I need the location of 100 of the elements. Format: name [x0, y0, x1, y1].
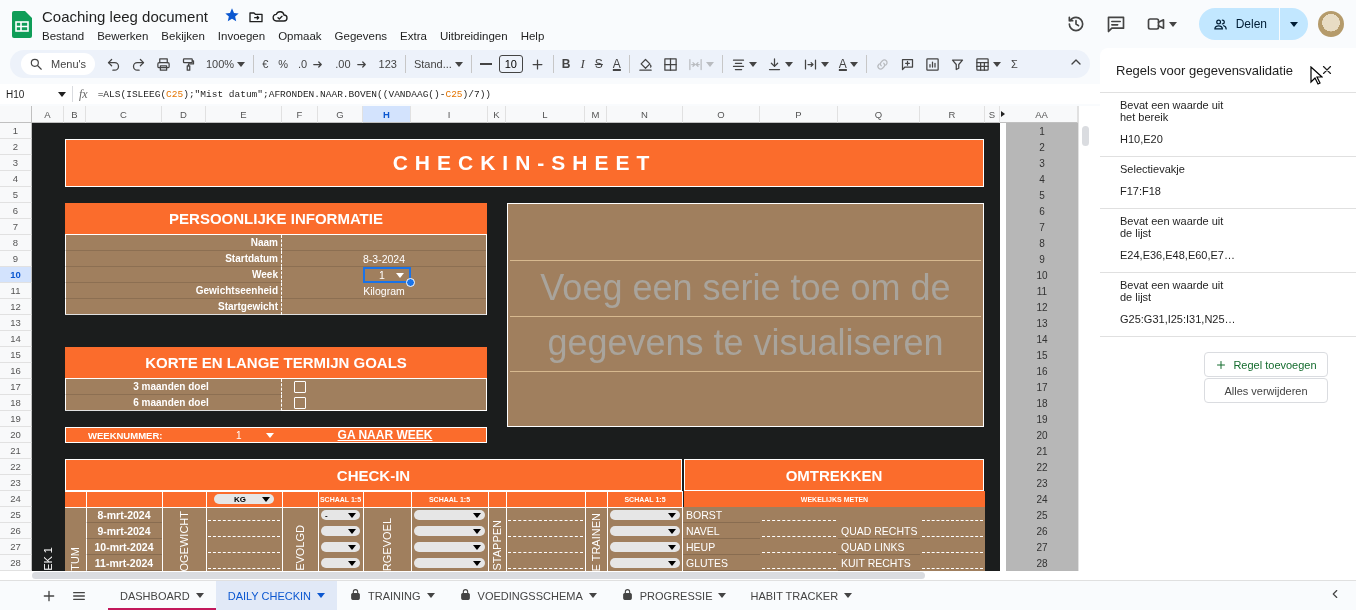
row-header[interactable]: 24 — [0, 491, 32, 507]
column-header[interactable]: I — [411, 106, 488, 123]
italic-button[interactable]: I — [577, 53, 588, 75]
currency-button[interactable]: € — [259, 53, 272, 75]
column-header[interactable]: F — [282, 106, 318, 123]
row-header[interactable]: 12 — [0, 299, 32, 315]
rating-dropdown[interactable] — [610, 558, 680, 568]
row-header[interactable]: 17 — [0, 379, 32, 395]
row-header[interactable]: 25 — [0, 507, 32, 523]
column-header[interactable]: P — [760, 106, 838, 123]
column-header[interactable]: A — [32, 106, 64, 123]
column-header[interactable]: S — [985, 106, 1000, 123]
row-header[interactable]: 8 — [0, 235, 32, 251]
strikethrough-button[interactable]: S — [591, 53, 606, 75]
checkbox[interactable] — [294, 381, 306, 393]
menu-item[interactable]: Help — [520, 29, 545, 42]
row-header[interactable]: 20 — [0, 427, 32, 443]
rating-dropdown[interactable] — [414, 558, 485, 568]
avatar[interactable] — [1318, 11, 1344, 37]
column-header[interactable]: AA — [1006, 106, 1078, 123]
sheet-tab[interactable]: TRAINING — [337, 581, 447, 610]
row-header[interactable]: 6 — [0, 203, 32, 219]
menu-item[interactable]: Extra — [400, 29, 427, 42]
rating-dropdown[interactable] — [414, 510, 485, 520]
row-header[interactable]: 2 — [0, 139, 32, 155]
row-header[interactable]: 13 — [0, 315, 32, 331]
column-header[interactable]: Q — [838, 106, 920, 123]
cloud-icon[interactable] — [271, 8, 288, 25]
row-header[interactable]: 18 — [0, 395, 32, 411]
scrollbar-thumb[interactable] — [32, 572, 925, 579]
menu-search-field[interactable]: Menu's — [21, 53, 95, 75]
formula-field[interactable]: =ALS(ISLEEG(C25);"Mist datum";AFRONDEN.NAAR.BOVEN((VANDAAG()-C25)/7)) — [97, 88, 492, 100]
search-icon[interactable] — [29, 57, 43, 71]
column-header[interactable]: R — [920, 106, 985, 123]
font-size-field[interactable]: 10 — [498, 55, 523, 73]
column-header[interactable]: K — [488, 106, 506, 123]
bold-button[interactable]: B — [558, 53, 574, 75]
rating-dropdown[interactable] — [610, 510, 680, 520]
sheet-tab[interactable]: HABIT TRACKER — [738, 581, 865, 610]
row-header[interactable]: 10 — [0, 267, 32, 283]
column-header[interactable]: O — [683, 106, 760, 123]
functions-button[interactable]: Σ — [1007, 53, 1021, 75]
sheet-tab[interactable]: PROGRESSIE — [608, 581, 739, 610]
row-header[interactable]: 7 — [0, 219, 32, 235]
star-icon[interactable] — [223, 6, 240, 23]
comment-icon[interactable] — [1105, 14, 1126, 34]
column-header[interactable]: D — [162, 106, 206, 123]
column-header[interactable]: C — [86, 106, 162, 123]
remove-all-button[interactable]: Alles verwijderen — [1204, 378, 1328, 403]
validation-rule[interactable]: Bevat een waarde uit het bereik H10,E20 — [1100, 93, 1356, 157]
decrease-decimals-button[interactable]: .0 — [295, 53, 329, 75]
sheet-tab[interactable]: DASHBOARD — [108, 581, 216, 610]
rating-dropdown[interactable] — [321, 558, 360, 568]
column-header[interactable]: E — [206, 106, 282, 123]
menu-item[interactable]: Opmaak — [278, 29, 322, 42]
row-header[interactable]: 3 — [0, 155, 32, 171]
unit-dropdown[interactable]: KG — [214, 494, 274, 504]
row-header[interactable]: 14 — [0, 331, 32, 347]
rating-dropdown[interactable]: - — [321, 510, 360, 520]
menu-item[interactable]: Invoegen — [217, 29, 266, 42]
scrollbar-thumb[interactable] — [1082, 126, 1089, 146]
search-input[interactable]: Menu's — [49, 57, 97, 71]
sheet-tab[interactable]: DAILY CHECKIN — [215, 581, 338, 610]
row-header[interactable]: 26 — [0, 523, 32, 539]
row-header[interactable]: 22 — [0, 459, 32, 475]
validation-rule[interactable]: Bevat een waarde uit de lijst E24,E36,E48,E60,E7… — [1100, 209, 1356, 273]
rating-dropdown[interactable] — [321, 542, 360, 552]
row-header[interactable]: 9 — [0, 251, 32, 267]
row-header[interactable]: 1 — [0, 123, 32, 139]
sheet-tab[interactable]: VOEDINGSSCHEMA — [446, 581, 609, 610]
font-dropdown[interactable]: Stand... — [410, 53, 466, 75]
row-header[interactable]: 15 — [0, 347, 32, 363]
rating-dropdown[interactable] — [610, 526, 680, 536]
column-header[interactable]: M — [585, 106, 607, 123]
more-formats-button[interactable]: 123 — [375, 53, 400, 75]
name-box[interactable]: H10 — [0, 86, 73, 102]
menu-item[interactable]: Gegevens — [334, 29, 388, 42]
selection-handle[interactable] — [406, 278, 415, 287]
menu-item[interactable]: Bekijken — [161, 29, 205, 42]
menu-item[interactable]: Uitbreidingen — [439, 29, 508, 42]
zoom-dropdown[interactable]: 100% — [203, 53, 249, 75]
column-header[interactable]: N — [607, 106, 683, 123]
column-header[interactable]: H — [363, 106, 411, 123]
text-color-button[interactable]: A — [609, 53, 624, 75]
text-rotation-button[interactable]: A — [835, 53, 861, 75]
validation-rule[interactable]: Bevat een waarde uit de lijst G25:G31,I25:I31,N25… — [1100, 273, 1356, 337]
close-icon[interactable] — [1320, 63, 1334, 77]
document-title[interactable]: Coaching leeg document — [42, 8, 208, 25]
column-header[interactable]: L — [506, 106, 585, 123]
menu-item[interactable]: Bewerken — [97, 29, 149, 42]
row-header[interactable]: 27 — [0, 539, 32, 555]
percent-button[interactable]: % — [275, 53, 292, 75]
rating-dropdown[interactable] — [414, 542, 485, 552]
rating-dropdown[interactable] — [321, 526, 360, 536]
rating-dropdown[interactable] — [414, 526, 485, 536]
validation-rule[interactable]: Selectievakje F17:F18 — [1100, 157, 1356, 209]
add-rule-button[interactable]: Regel toevoegen — [1204, 352, 1328, 377]
row-header[interactable]: 16 — [0, 363, 32, 379]
rating-dropdown[interactable] — [610, 542, 680, 552]
checkbox[interactable] — [294, 397, 306, 409]
